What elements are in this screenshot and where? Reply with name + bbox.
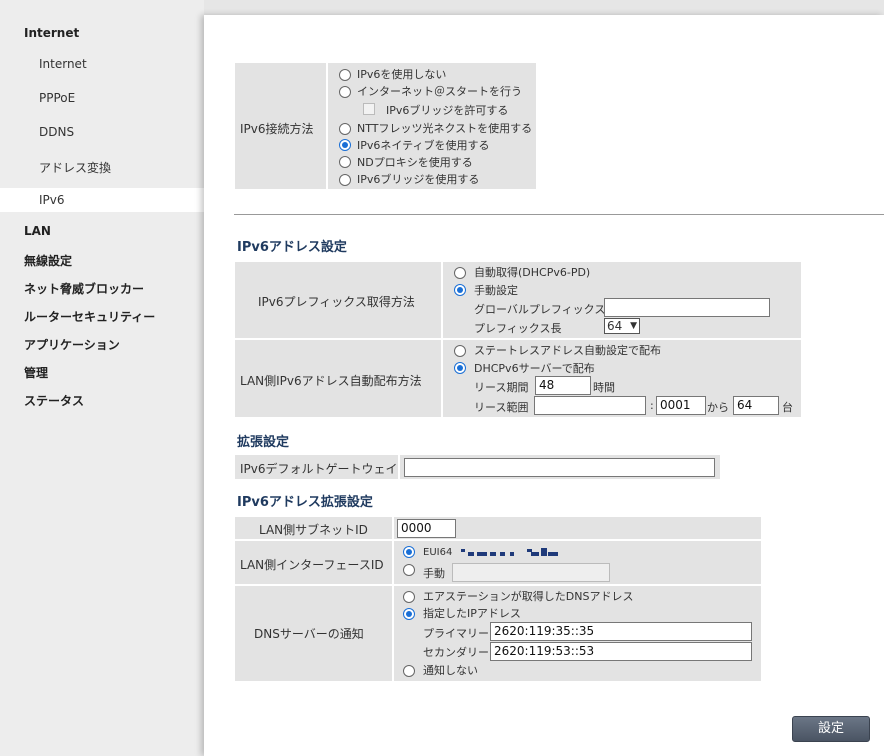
- sidebar-item-internet[interactable]: Internet: [24, 26, 79, 40]
- sidebar-subitem-pppoe[interactable]: PPPoE: [39, 91, 75, 105]
- sidebar-subitem-ddns[interactable]: DDNS: [39, 125, 74, 139]
- option-dns-none: 通知しない: [423, 664, 478, 677]
- prefix-length-select[interactable]: 64 ▼: [604, 318, 640, 334]
- radio-internet-start[interactable]: [339, 86, 351, 98]
- option-eui64: EUI64: [423, 547, 453, 558]
- radio-dhcpv6-server[interactable]: [454, 362, 466, 374]
- dns-notify-label: DNSサーバーの通知: [254, 627, 364, 641]
- secondary-dns-input[interactable]: 2620:119:53::53: [490, 642, 752, 661]
- lease-range-unit: 台: [782, 401, 793, 414]
- lease-range-count-input[interactable]: 64: [733, 396, 779, 415]
- lease-period-label: リース期間: [474, 381, 529, 394]
- radio-stateless[interactable]: [454, 345, 466, 357]
- radio-ipv6-disable[interactable]: [339, 69, 351, 81]
- lease-range-start-input[interactable]: 0001: [656, 396, 706, 415]
- address-settings-title: IPv6アドレス設定: [237, 240, 347, 255]
- main-panel: IPv6接続方法 IPv6を使用しない インターネット＠スタートを行う IPv6…: [204, 15, 884, 756]
- option-ipv6-bridge: IPv6ブリッジを使用する: [357, 173, 480, 186]
- default-gateway-label: IPv6デフォルトゲートウェイ: [240, 462, 398, 476]
- sidebar-item-status[interactable]: ステータス: [24, 392, 84, 409]
- option-dns-auto: エアステーションが取得したDNSアドレス: [423, 590, 634, 603]
- option-prefix-auto: 自動取得(DHCPv6-PD): [474, 266, 591, 279]
- radio-prefix-auto[interactable]: [454, 267, 466, 279]
- sidebar-subitem-internet[interactable]: Internet: [39, 57, 87, 71]
- sidebar-item-router-security[interactable]: ルーターセキュリティー: [24, 308, 155, 325]
- sidebar-item-threat-blocker[interactable]: ネット脅威ブロッカー: [24, 280, 144, 297]
- address-extended-title: IPv6アドレス拡張設定: [237, 495, 373, 510]
- sidebar-subitem-ipv6[interactable]: IPv6: [39, 193, 65, 207]
- option-stateless: ステートレスアドレス自動設定で配布: [474, 344, 661, 357]
- radio-iface-manual[interactable]: [403, 564, 415, 576]
- global-prefix-input[interactable]: [604, 298, 770, 317]
- subnet-id-label: LAN側サブネットID: [259, 523, 368, 537]
- radio-nd-proxy[interactable]: [339, 156, 351, 168]
- prefix-length-label: プレフィックス長: [474, 322, 562, 335]
- option-iface-manual: 手動: [423, 567, 445, 580]
- sidebar-active-highlight: [0, 188, 204, 212]
- lan-distribution-label: LAN側IPv6アドレス自動配布方法: [240, 374, 422, 388]
- sidebar-item-lan[interactable]: LAN: [24, 224, 51, 238]
- radio-dns-none[interactable]: [403, 665, 415, 677]
- sidebar-subitem-address-translation[interactable]: アドレス変換: [39, 159, 111, 176]
- option-dns-specified: 指定したIPアドレス: [423, 607, 521, 620]
- radio-dns-specified[interactable]: [403, 608, 415, 620]
- lease-range-from-label: から: [707, 401, 729, 414]
- option-ntt-flets: NTTフレッツ光ネクストを使用する: [357, 122, 533, 135]
- secondary-dns-label: セカンダリー: [423, 646, 489, 659]
- sidebar-item-applications[interactable]: アプリケーション: [24, 336, 120, 353]
- radio-prefix-manual[interactable]: [454, 284, 466, 296]
- option-nd-proxy: NDプロキシを使用する: [357, 156, 473, 169]
- sidebar: Internet Internet PPPoE DDNS アドレス変換 IPv6…: [0, 0, 204, 756]
- chevron-down-icon: ▼: [630, 321, 637, 331]
- sidebar-item-wireless[interactable]: 無線設定: [24, 252, 72, 269]
- radio-eui64[interactable]: [403, 546, 415, 558]
- prefix-length-value: 64: [607, 319, 623, 333]
- global-prefix-label: グローバルプレフィックス: [474, 303, 606, 316]
- primary-dns-label: プライマリー: [423, 627, 489, 640]
- checkbox-allow-bridge[interactable]: [363, 103, 375, 115]
- radio-dns-auto[interactable]: [403, 591, 415, 603]
- option-ipv6-disable: IPv6を使用しない: [357, 68, 447, 81]
- sidebar-item-management[interactable]: 管理: [24, 364, 48, 381]
- lease-range-label: リース範囲: [474, 401, 529, 414]
- option-dhcpv6-server: DHCPv6サーバーで配布: [474, 362, 595, 375]
- radio-ipv6-bridge[interactable]: [339, 174, 351, 186]
- lease-period-unit: 時間: [593, 381, 615, 394]
- option-prefix-manual: 手動設定: [474, 284, 518, 297]
- connection-method-label: IPv6接続方法: [240, 122, 314, 136]
- radio-ipv6-native[interactable]: [339, 139, 351, 151]
- lease-range-prefix-input[interactable]: [534, 396, 646, 415]
- section-divider: [234, 214, 884, 215]
- primary-dns-input[interactable]: 2620:119:35::35: [490, 622, 752, 641]
- radio-ntt-flets[interactable]: [339, 123, 351, 135]
- subnet-id-input[interactable]: 0000: [397, 519, 456, 538]
- option-allow-bridge: IPv6ブリッジを許可する: [386, 104, 509, 117]
- option-internet-start: インターネット＠スタートを行う: [357, 85, 522, 98]
- iface-manual-input[interactable]: [452, 563, 610, 582]
- submit-button[interactable]: 設定: [792, 716, 870, 742]
- lease-period-input[interactable]: 48: [535, 376, 591, 395]
- option-ipv6-native: IPv6ネイティブを使用する: [357, 139, 490, 152]
- interface-id-label: LAN側インターフェースID: [240, 558, 384, 572]
- default-gateway-input[interactable]: [404, 458, 715, 477]
- extended-settings-title: 拡張設定: [237, 435, 290, 450]
- lease-range-colon: :: [650, 399, 654, 412]
- prefix-method-label: IPv6プレフィックス取得方法: [258, 295, 415, 309]
